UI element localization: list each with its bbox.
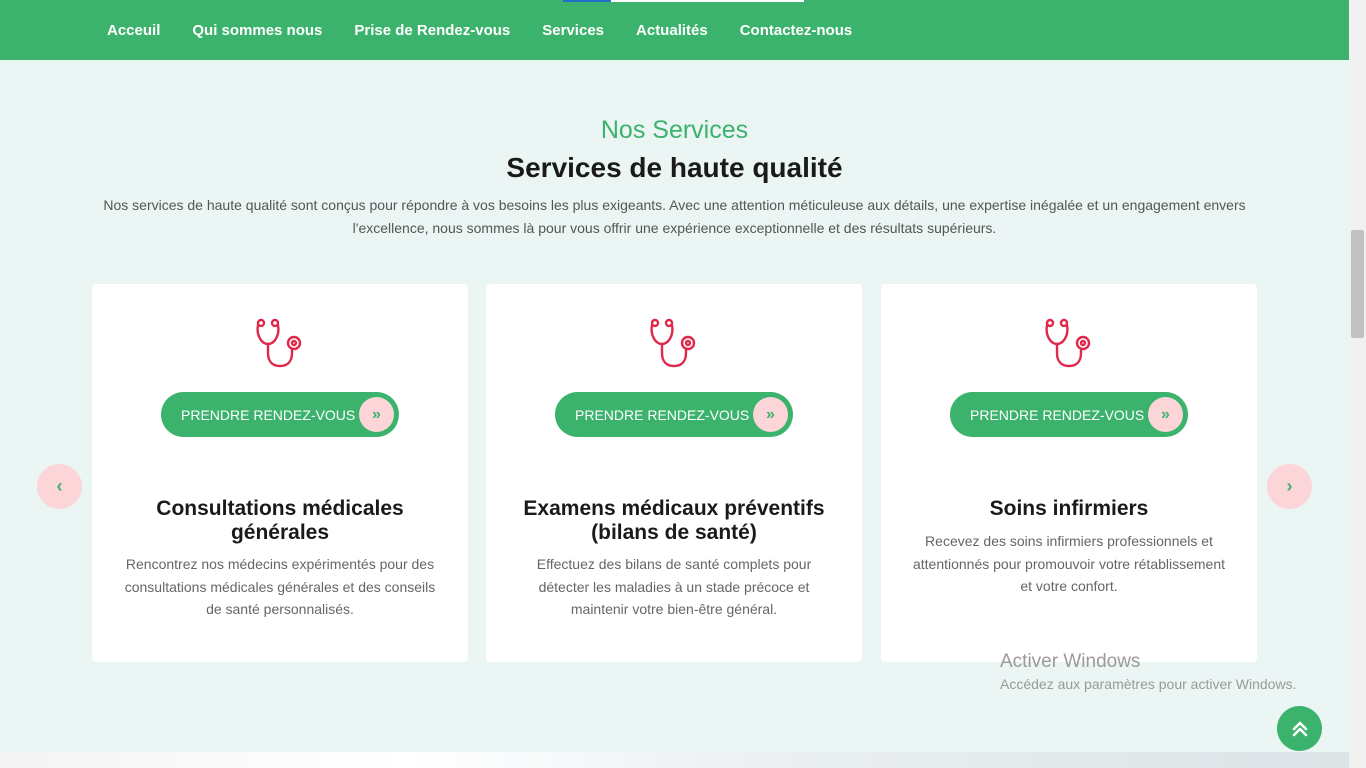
stethoscope-icon bbox=[256, 318, 302, 368]
back-to-top-button[interactable] bbox=[1277, 706, 1322, 751]
stethoscope-icon bbox=[650, 318, 696, 368]
stethoscope-icon bbox=[1045, 318, 1091, 368]
card-description: Effectuez des bilans de santé complets p… bbox=[536, 556, 812, 617]
service-card: PRENDRE RENDEZ-VOUS » Soins infirmiers R… bbox=[881, 284, 1257, 662]
book-appointment-label: PRENDRE RENDEZ-VOUS bbox=[181, 406, 356, 423]
section-title: Services de haute qualité bbox=[506, 152, 843, 183]
next-section-preview bbox=[0, 752, 1349, 768]
nav-item-contactez-nous[interactable]: Contactez-nous bbox=[740, 22, 853, 39]
nav-item-services[interactable]: Services bbox=[542, 22, 604, 39]
chevron-left-icon: ‹ bbox=[56, 476, 63, 496]
double-chevron-right-icon: » bbox=[1148, 397, 1183, 432]
card-title: Soins infirmiers bbox=[989, 497, 1149, 520]
page-scrollbar[interactable] bbox=[1349, 0, 1366, 768]
chevron-right-icon: › bbox=[1286, 476, 1293, 496]
book-appointment-button[interactable]: PRENDRE RENDEZ-VOUS » bbox=[555, 392, 793, 437]
windows-activation-title: Activer Windows bbox=[1000, 651, 1141, 672]
book-appointment-label: PRENDRE RENDEZ-VOUS bbox=[970, 406, 1145, 423]
nav-item-qui-sommes-nous[interactable]: Qui sommes nous bbox=[192, 22, 322, 39]
book-appointment-label: PRENDRE RENDEZ-VOUS bbox=[575, 406, 750, 423]
section-subtitle: Nos Services bbox=[600, 116, 749, 144]
card-description: Recevez des soins infirmiers professionn… bbox=[912, 533, 1226, 594]
nav-item-prise-de-rendez-vous[interactable]: Prise de Rendez-vous bbox=[354, 22, 510, 39]
nav-item-actualites[interactable]: Actualités bbox=[636, 22, 708, 39]
double-chevron-up-icon bbox=[1292, 721, 1307, 736]
card-title: Examens médicaux préventifs (bilans de s… bbox=[523, 497, 825, 544]
carousel-next-button[interactable]: › bbox=[1267, 464, 1312, 509]
top-navbar: Acceuil Qui sommes nous Prise de Rendez-… bbox=[0, 0, 1349, 60]
double-chevron-right-icon: » bbox=[359, 397, 394, 432]
scrollbar-thumb[interactable] bbox=[1351, 230, 1364, 338]
card-description: Rencontrez nos médecins expérimentés pou… bbox=[124, 556, 436, 617]
windows-activation-subtitle: Accédez aux paramètres pour activer Wind… bbox=[1000, 676, 1297, 692]
nav-item-acceuil[interactable]: Acceuil bbox=[107, 22, 160, 39]
service-card: PRENDRE RENDEZ-VOUS » Consultations médi… bbox=[92, 284, 468, 662]
double-chevron-right-icon: » bbox=[753, 397, 788, 432]
carousel-prev-button[interactable]: ‹ bbox=[37, 464, 82, 509]
service-card: PRENDRE RENDEZ-VOUS » Examens médicaux p… bbox=[486, 284, 862, 662]
book-appointment-button[interactable]: PRENDRE RENDEZ-VOUS » bbox=[950, 392, 1188, 437]
card-title: Consultations médicales générales bbox=[156, 497, 404, 544]
section-description: Nos services de haute qualité sont conçu… bbox=[103, 197, 1246, 236]
book-appointment-button[interactable]: PRENDRE RENDEZ-VOUS » bbox=[161, 392, 399, 437]
nav-list: Acceuil Qui sommes nous Prise de Rendez-… bbox=[107, 0, 884, 60]
